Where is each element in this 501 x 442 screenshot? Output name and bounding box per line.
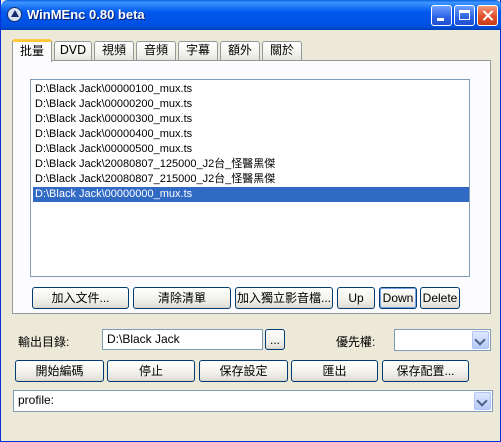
save-settings-button[interactable]: 保存設定 xyxy=(199,360,288,382)
file-list-item[interactable]: D:\Black Jack\00000100_mux.ts xyxy=(33,82,469,97)
output-dir-field[interactable]: D:\Black Jack xyxy=(102,329,263,350)
move-down-button[interactable]: Down xyxy=(379,287,417,309)
tab-audio[interactable]: 音頻 xyxy=(136,41,176,60)
tab-video[interactable]: 視頻 xyxy=(94,41,134,60)
tab-batch[interactable]: 批量 xyxy=(12,39,52,62)
delete-button[interactable]: Delete xyxy=(420,287,460,309)
app-logo-icon[interactable] xyxy=(7,7,22,22)
file-list-item[interactable]: D:\Black Jack\00000400_mux.ts xyxy=(33,127,469,142)
priority-select[interactable] xyxy=(394,329,491,351)
output-dir-label: 輸出目錄: xyxy=(18,335,70,349)
move-up-button[interactable]: Up xyxy=(337,287,375,309)
file-list-item[interactable]: D:\Black Jack\00000300_mux.ts xyxy=(33,112,469,127)
add-separate-audio-button[interactable]: 加入獨立影音檔... xyxy=(235,287,333,309)
profile-select[interactable]: profile: xyxy=(13,390,493,412)
export-button[interactable]: 匯出 xyxy=(291,360,378,382)
tab-subtitles[interactable]: 字幕 xyxy=(178,41,218,60)
chevron-down-icon[interactable] xyxy=(472,331,489,349)
add-files-button[interactable]: 加入文件... xyxy=(32,287,129,309)
priority-label: 優先權: xyxy=(336,335,376,349)
start-encode-button[interactable]: 開始編碼 xyxy=(15,360,104,382)
app-window: WinMEnc 0.80 beta 批量 DVD 視頻 音頻 字幕 額外 關於 … xyxy=(0,0,501,442)
file-list-item[interactable]: D:\Black Jack\00000500_mux.ts xyxy=(33,142,469,157)
tab-extra[interactable]: 額外 xyxy=(220,41,260,60)
clear-list-button[interactable]: 清除清單 xyxy=(133,287,231,309)
file-list-item[interactable]: D:\Black Jack\20080807_215000_J2台_怪醫黑傑 xyxy=(33,172,469,187)
profile-value: profile: xyxy=(18,393,55,407)
chevron-down-icon[interactable] xyxy=(474,392,491,410)
tab-dvd[interactable]: DVD xyxy=(54,41,92,60)
window-title: WinMEnc 0.80 beta xyxy=(27,7,145,22)
browse-button[interactable]: ... xyxy=(265,329,285,350)
close-button[interactable] xyxy=(477,5,498,26)
minimize-button[interactable] xyxy=(431,5,452,26)
maximize-button[interactable] xyxy=(454,5,475,26)
save-config-button[interactable]: 保存配置... xyxy=(382,360,469,382)
file-list-item[interactable]: D:\Black Jack\20080807_125000_J2台_怪醫黑傑 xyxy=(33,157,469,172)
file-list-item[interactable]: D:\Black Jack\00000200_mux.ts xyxy=(33,97,469,112)
title-bar[interactable]: WinMEnc 0.80 beta xyxy=(1,0,501,30)
tab-about[interactable]: 關於 xyxy=(262,41,302,60)
file-list-item-selected[interactable]: D:\Black Jack\00000000_mux.ts xyxy=(33,187,469,202)
file-listbox[interactable]: D:\Black Jack\00000100_mux.ts D:\Black J… xyxy=(30,79,470,277)
stop-button[interactable]: 停止 xyxy=(107,360,195,382)
